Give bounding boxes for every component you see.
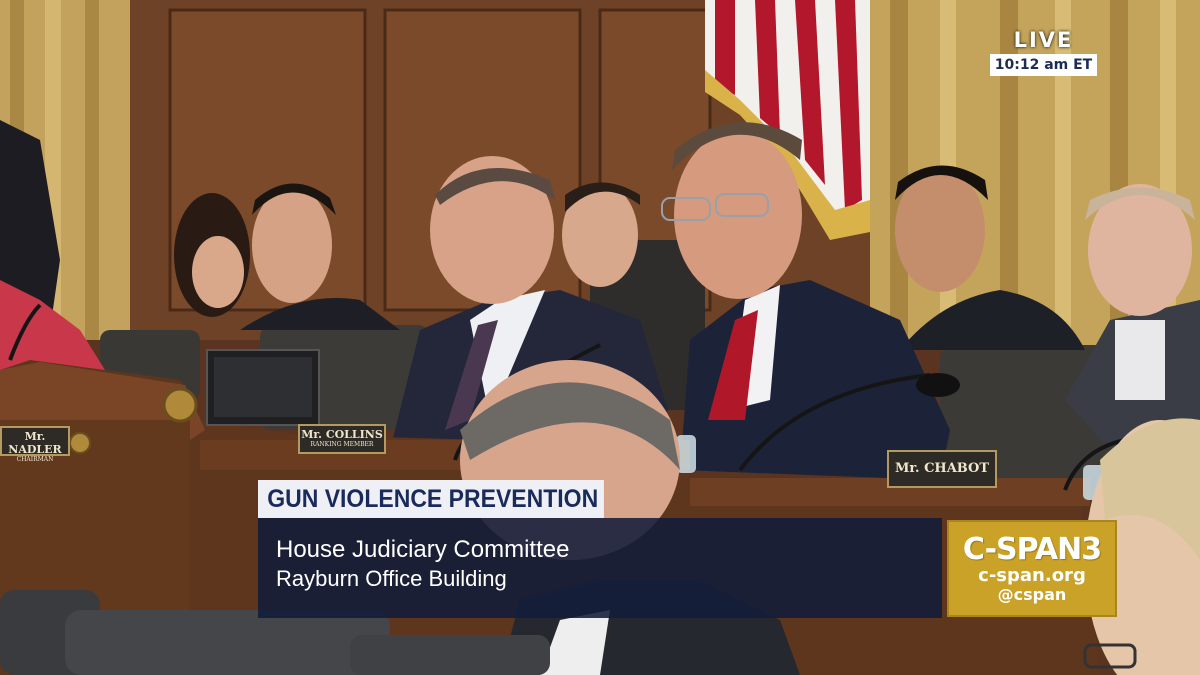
committee-name: House Judiciary Committee [276,536,570,563]
nameplate-chairman: Mr. NADLER CHAIRMAN [0,426,70,463]
network-logo: C-SPAN3 c-span.org @cspan [947,520,1117,617]
topic-banner: GUN VIOLENCE PREVENTION [258,480,604,518]
committee-seal [162,387,198,423]
network-name: C-SPAN3 [962,532,1102,567]
broadcast-time: 10:12 am ET [990,54,1097,76]
person-staff-woman [174,193,250,317]
committee-seal [69,432,91,454]
network-url: c-span.org [978,565,1086,586]
nameplate-member: Mr. CHABOT [887,450,997,488]
event-info-banner: House Judiciary Committee Rayburn Office… [258,518,942,618]
broadcast-frame: Mr. NADLER CHAIRMAN Mr. COLLINS RANKING … [0,0,1200,675]
live-label: LIVE [1013,28,1074,52]
network-handle: @cspan [997,585,1067,604]
microphone-head [916,373,960,397]
event-location: Rayburn Office Building [276,566,507,591]
nameplate-ranking-member: Mr. COLLINS RANKING MEMBER [298,424,386,454]
laptop [206,349,320,426]
live-indicator: LIVE 10:12 am ET [990,28,1097,76]
